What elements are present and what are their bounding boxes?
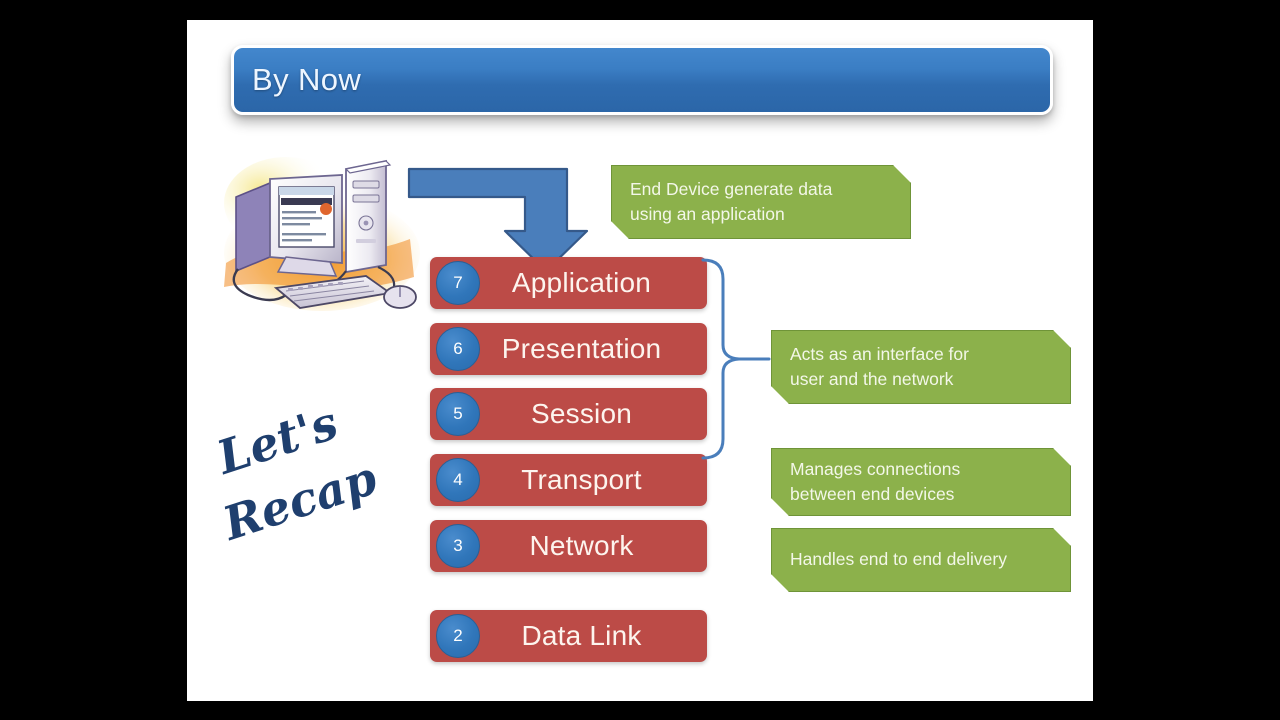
callout-handles-delivery: Handles end to end delivery xyxy=(771,528,1071,592)
osi-layer-transport[interactable]: 4 Transport xyxy=(430,454,707,506)
layer-number-badge: 2 xyxy=(436,614,480,658)
slide-stage: By Now Let's Recap 7 Application 6 Prese… xyxy=(0,0,1280,720)
layer-number-badge: 5 xyxy=(436,392,480,436)
lets-recap-line-1: Let's xyxy=(210,395,345,485)
callout-line: using an application xyxy=(630,204,785,224)
callout-interface: Acts as an interface for user and the ne… xyxy=(771,330,1071,404)
layer-number-badge: 3 xyxy=(436,524,480,568)
callout-line: Manages connections xyxy=(790,458,961,479)
layer-number-badge: 6 xyxy=(436,327,480,371)
callout-end-device: End Device generate data using an applic… xyxy=(611,165,911,239)
slide-title-banner: By Now xyxy=(231,45,1053,115)
osi-layer-presentation[interactable]: 6 Presentation xyxy=(430,323,707,375)
callout-line: Handles end to end delivery xyxy=(790,549,1007,570)
curly-brace-icon xyxy=(699,257,771,462)
osi-layer-application[interactable]: 7 Application xyxy=(430,257,707,309)
callout-manages-connections: Manages connections between end devices xyxy=(771,448,1071,516)
osi-layer-session[interactable]: 5 Session xyxy=(430,388,707,440)
page-title: By Now xyxy=(252,62,362,97)
computer-clipart xyxy=(214,145,426,325)
callout-line: between end devices xyxy=(790,484,955,504)
callout-line: user and the network xyxy=(790,369,954,389)
osi-layer-data-link[interactable]: 2 Data Link xyxy=(430,610,707,662)
osi-layer-network[interactable]: 3 Network xyxy=(430,520,707,572)
lets-recap-note: Let's Recap xyxy=(207,395,427,590)
lets-recap-line-2: Recap xyxy=(216,450,384,551)
presentation-slide: By Now Let's Recap 7 Application 6 Prese… xyxy=(187,20,1093,701)
callout-line: Acts as an interface for xyxy=(790,343,969,364)
callout-line: End Device generate data xyxy=(630,178,833,199)
layer-number-badge: 7 xyxy=(436,261,480,305)
layer-number-badge: 4 xyxy=(436,458,480,502)
